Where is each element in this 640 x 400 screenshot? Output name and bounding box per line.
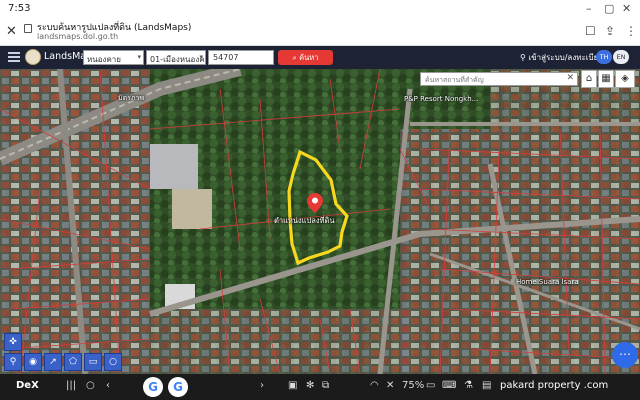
expand-icon[interactable]: › bbox=[260, 380, 264, 391]
google-chrome-icon[interactable]: G bbox=[143, 377, 163, 397]
drawing-toolbar: ✜ ⚲ ◉ ↗ ⬠ ▭ ○ bbox=[0, 333, 122, 374]
home-label: Home Suara Isara bbox=[516, 278, 579, 286]
polygon-tool-icon[interactable]: ⬠ bbox=[64, 353, 82, 371]
dol-logo bbox=[25, 49, 41, 65]
circle-tool-icon[interactable]: ○ bbox=[104, 353, 122, 371]
compass-icon[interactable]: ✜ bbox=[4, 333, 22, 351]
share-icon[interactable]: ⇪ bbox=[605, 24, 615, 38]
status-bar: 7:53 – ▢ ✕ bbox=[0, 0, 640, 18]
recent-apps-icon[interactable]: ||| bbox=[66, 380, 76, 391]
bookmark-icon[interactable]: ☐ bbox=[585, 24, 596, 38]
place-search-placeholder: ค้นหาสถานที่สำคัญ bbox=[425, 76, 484, 84]
google-app-icon[interactable]: G bbox=[168, 377, 188, 397]
lock-icon bbox=[24, 24, 32, 33]
parcel-number-input[interactable]: 54707 bbox=[208, 50, 274, 65]
gallery-icon[interactable]: ▣ bbox=[288, 380, 297, 391]
measure-line-icon[interactable]: ↗ bbox=[44, 353, 62, 371]
screenshot-icon[interactable]: ⧉ bbox=[322, 380, 329, 391]
resort-label: P&P Resort Nongkh... bbox=[404, 95, 479, 103]
keyboard-icon[interactable]: ⌨ bbox=[442, 380, 456, 391]
dex-taskbar: DeX ||| ○ ‹ G G › ▣ ✻ ⧉ ◠ ✕ 75% ▭ ⌨ ⚗ ▤ … bbox=[0, 374, 640, 400]
menu-icon[interactable] bbox=[8, 52, 20, 62]
dex-label[interactable]: DeX bbox=[16, 380, 39, 391]
close-window-icon[interactable]: ✕ bbox=[622, 2, 631, 15]
maximize-icon[interactable]: ▢ bbox=[604, 2, 614, 15]
district-select[interactable]: 01-เมืองหนองคาย ▾ bbox=[146, 50, 206, 65]
home-button-icon[interactable]: ○ bbox=[86, 380, 95, 391]
road-label: มิตรภาพ bbox=[118, 94, 145, 102]
location-pin-icon[interactable] bbox=[307, 193, 323, 213]
map-view[interactable]: มิตรภาพ P&P Resort Nongkh... Home Suara … bbox=[0, 69, 640, 374]
more-icon[interactable]: ⋮ bbox=[625, 24, 637, 38]
wifi-icon: ◠ bbox=[370, 380, 379, 391]
clock: 7:53 bbox=[8, 3, 31, 14]
chevron-down-icon: ▾ bbox=[137, 53, 141, 61]
back-icon[interactable]: ‹ bbox=[106, 380, 110, 391]
parcel-location-label: ตำแหน่งแปลงที่ดิน bbox=[274, 216, 335, 225]
minimize-icon[interactable]: – bbox=[586, 2, 592, 15]
settings-icon[interactable]: ✻ bbox=[306, 380, 314, 391]
layers-icon[interactable]: ◈ bbox=[615, 70, 635, 88]
notes-icon[interactable]: ▤ bbox=[482, 380, 491, 391]
browser-toolbar: ✕ ระบบค้นหารูปแปลงที่ดิน (LandsMaps) lan… bbox=[0, 18, 640, 46]
pin-tool-icon[interactable]: ◉ bbox=[24, 353, 42, 371]
mute-icon: ✕ bbox=[386, 380, 395, 391]
flask-icon[interactable]: ⚗ bbox=[464, 380, 473, 391]
search-button-label: ค้นหา bbox=[299, 53, 319, 62]
place-search-input[interactable]: ค้นหาสถานที่สำคัญ ✕ bbox=[420, 72, 578, 86]
chevron-down-icon: ▾ bbox=[199, 53, 203, 61]
login-link[interactable]: ⚲ เข้าสู่ระบบ/ลงทะเบียน bbox=[520, 51, 604, 64]
rectangle-tool-icon[interactable]: ▭ bbox=[84, 353, 102, 371]
location-tool-icon[interactable]: ⚲ bbox=[4, 353, 22, 371]
lang-th-button[interactable]: TH bbox=[596, 50, 612, 64]
more-tools-button[interactable]: ⋯ bbox=[612, 342, 638, 368]
lang-en-button[interactable]: EN bbox=[613, 50, 629, 64]
close-icon[interactable]: ✕ bbox=[6, 24, 17, 39]
login-label: เข้าสู่ระบบ/ลงทะเบียน bbox=[528, 53, 604, 62]
watermark: pakard property .com bbox=[500, 380, 609, 391]
app-header: LandsMaps หนองคาย ▾ 01-เมืองหนองคาย ▾ 54… bbox=[0, 46, 640, 69]
search-button[interactable]: ⌕ ค้นหา bbox=[278, 50, 333, 65]
province-value: หนองคาย bbox=[87, 55, 121, 64]
page-url[interactable]: landsmaps.dol.go.th bbox=[37, 32, 118, 41]
battery-percent: 75% bbox=[402, 380, 425, 391]
clear-icon[interactable]: ✕ bbox=[566, 73, 574, 83]
district-value: 01-เมืองหนองคาย bbox=[150, 55, 205, 64]
home-icon[interactable]: ⌂ bbox=[581, 70, 597, 88]
province-select[interactable]: หนองคาย ▾ bbox=[83, 50, 144, 65]
grid-icon[interactable]: ▦ bbox=[598, 70, 614, 88]
battery-icon: ▭ bbox=[426, 380, 436, 391]
